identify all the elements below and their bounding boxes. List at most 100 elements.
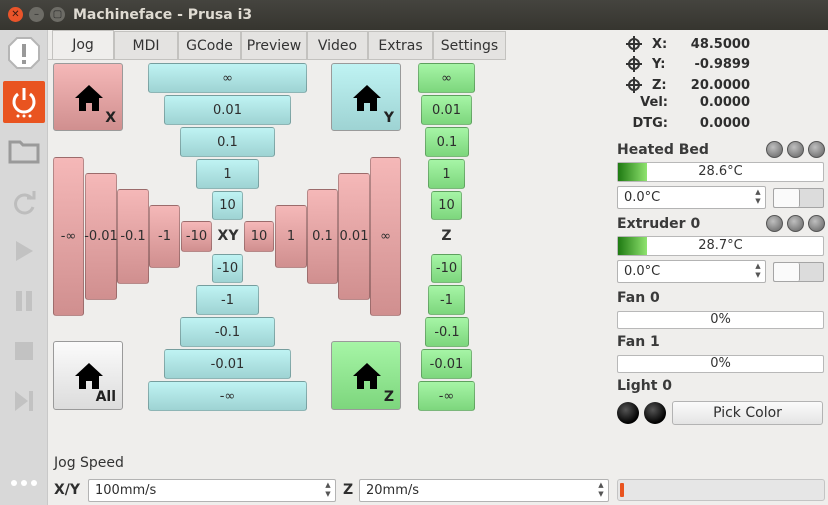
- jog-y-minus-0.1[interactable]: -0.1: [180, 317, 275, 347]
- bed-heater-toggle[interactable]: [773, 188, 824, 208]
- step-icon: [15, 391, 33, 411]
- home-x-label: X: [105, 110, 116, 126]
- jog-x-plus-continuous[interactable]: ∞: [370, 157, 401, 316]
- jog-x-minus-0.01[interactable]: -0.01: [84, 173, 118, 300]
- jog-z-plus-0.01[interactable]: 0.01: [421, 95, 472, 125]
- jog-x-minus-continuous[interactable]: -∞: [53, 157, 84, 316]
- run-button[interactable]: [3, 230, 45, 272]
- pause-button[interactable]: [3, 280, 45, 322]
- jog-y-minus-0.01[interactable]: -0.01: [164, 349, 291, 379]
- fan0-bar[interactable]: 0%: [617, 311, 824, 329]
- home-z-button[interactable]: Z: [331, 341, 401, 410]
- jog-y-plus-continuous[interactable]: ∞: [148, 63, 307, 93]
- more-button[interactable]: [3, 462, 45, 504]
- play-icon: [16, 241, 33, 261]
- home-z-label: Z: [383, 389, 394, 405]
- open-file-button[interactable]: [3, 130, 45, 172]
- home-y-button[interactable]: Y: [331, 63, 401, 131]
- jog-y-minus-1[interactable]: -1: [196, 285, 259, 315]
- jog-x-minus-1[interactable]: -1: [149, 205, 180, 268]
- jog-z-minus-0.01[interactable]: -0.01: [421, 349, 472, 379]
- maximize-window-button[interactable]: ▢: [50, 7, 65, 22]
- fan0-value: 0%: [710, 312, 731, 327]
- estop-button[interactable]: [3, 32, 45, 74]
- close-window-button[interactable]: ✕: [8, 7, 23, 22]
- pos-x-value: 48.5000: [690, 37, 750, 52]
- stop-button[interactable]: [3, 330, 45, 372]
- tab-preview[interactable]: Preview: [241, 31, 307, 60]
- bed-setpoint-input[interactable]: 0.0°C ▲ ▼: [617, 186, 766, 209]
- jog-x-plus-0.1[interactable]: 0.1: [307, 189, 338, 284]
- spin-arrows-icon[interactable]: ▲ ▼: [323, 481, 333, 499]
- spin-arrows-icon[interactable]: ▲ ▼: [753, 188, 763, 206]
- tab-gcode[interactable]: GCode: [178, 31, 241, 60]
- status-led: [766, 141, 783, 158]
- home-all-button[interactable]: All: [53, 341, 123, 410]
- tab-video[interactable]: Video: [307, 31, 368, 60]
- jog-z-minus-1[interactable]: -1: [428, 285, 465, 315]
- status-led: [808, 215, 825, 232]
- tab-mdi[interactable]: MDI: [114, 31, 178, 60]
- crosshair-icon: [626, 36, 642, 52]
- jog-x-plus-10[interactable]: 10: [244, 221, 274, 252]
- extruder-setpoint-input[interactable]: 0.0°C ▲ ▼: [617, 260, 766, 283]
- z-speed-label: Z: [343, 482, 354, 498]
- spin-arrows-icon[interactable]: ▲ ▼: [596, 481, 606, 499]
- status-led: [787, 141, 804, 158]
- home-x-button[interactable]: X: [53, 63, 123, 131]
- fan1-label: Fan 1: [617, 334, 660, 350]
- jog-z-plus-10[interactable]: 10: [431, 191, 462, 220]
- jog-y-plus-1[interactable]: 1: [196, 159, 259, 189]
- fan0-label: Fan 0: [617, 290, 660, 306]
- crosshair-icon: [626, 56, 642, 72]
- more-icon: [11, 480, 37, 486]
- tab-settings[interactable]: Settings: [433, 31, 506, 60]
- extruder-heater-toggle[interactable]: [773, 262, 824, 282]
- jog-y-minus-10[interactable]: -10: [212, 254, 243, 283]
- home-icon: [353, 363, 381, 389]
- power-button[interactable]: [3, 81, 45, 123]
- jog-y-plus-10[interactable]: 10: [212, 191, 243, 220]
- fan1-bar[interactable]: 0%: [617, 355, 824, 373]
- status-led: [787, 215, 804, 232]
- minimize-window-button[interactable]: –: [29, 7, 44, 22]
- xy-speed-input[interactable]: 100mm/s ▲ ▼: [88, 479, 336, 502]
- heated-bed-temp: 28.6°C: [698, 164, 743, 179]
- status-led: [766, 215, 783, 232]
- light-label: Light 0: [617, 378, 673, 394]
- pos-z-label: Z:: [652, 78, 667, 93]
- jog-z-minus-0.1[interactable]: -0.1: [425, 317, 469, 347]
- spin-arrows-icon[interactable]: ▲ ▼: [753, 262, 763, 280]
- z-speed-input[interactable]: 20mm/s ▲ ▼: [359, 479, 609, 502]
- jog-y-minus-continuous[interactable]: -∞: [148, 381, 307, 411]
- jog-z-plus-continuous[interactable]: ∞: [418, 63, 475, 93]
- tab-extras[interactable]: Extras: [368, 31, 433, 60]
- velocity-value: 0.0000: [699, 95, 750, 110]
- jog-x-minus-10[interactable]: -10: [181, 221, 212, 252]
- dtg-label: DTG:: [632, 116, 668, 131]
- jog-x-plus-1[interactable]: 1: [275, 205, 307, 268]
- jog-z-minus-10[interactable]: -10: [431, 254, 462, 283]
- heated-bed-label: Heated Bed: [617, 142, 709, 158]
- refresh-button[interactable]: [3, 182, 45, 224]
- home-y-label: Y: [383, 110, 394, 126]
- tab-jog[interactable]: Jog: [52, 30, 114, 60]
- heated-bed-temp-bar: 28.6°C: [617, 162, 824, 182]
- estop-icon: [8, 37, 40, 69]
- step-button[interactable]: [3, 380, 45, 422]
- jog-y-plus-0.1[interactable]: 0.1: [180, 127, 275, 157]
- pos-y-value: -0.9899: [694, 57, 750, 72]
- jog-z-minus-continuous[interactable]: -∞: [418, 381, 475, 411]
- jog-z-plus-1[interactable]: 1: [428, 159, 465, 189]
- jog-z-plus-0.1[interactable]: 0.1: [425, 127, 469, 157]
- jog-y-plus-0.01[interactable]: 0.01: [164, 95, 291, 125]
- extruder-setpoint-value: 0.0°C: [624, 264, 661, 279]
- jog-x-plus-0.01[interactable]: 0.01: [338, 173, 370, 300]
- stop-icon: [15, 342, 33, 360]
- sidebar: [0, 30, 48, 505]
- xy-speed-label: X/Y: [54, 482, 81, 498]
- toggle-knob: [774, 263, 800, 281]
- pick-color-button[interactable]: Pick Color: [672, 401, 823, 425]
- jog-x-minus-0.1[interactable]: -0.1: [117, 189, 149, 284]
- home-icon: [75, 363, 103, 389]
